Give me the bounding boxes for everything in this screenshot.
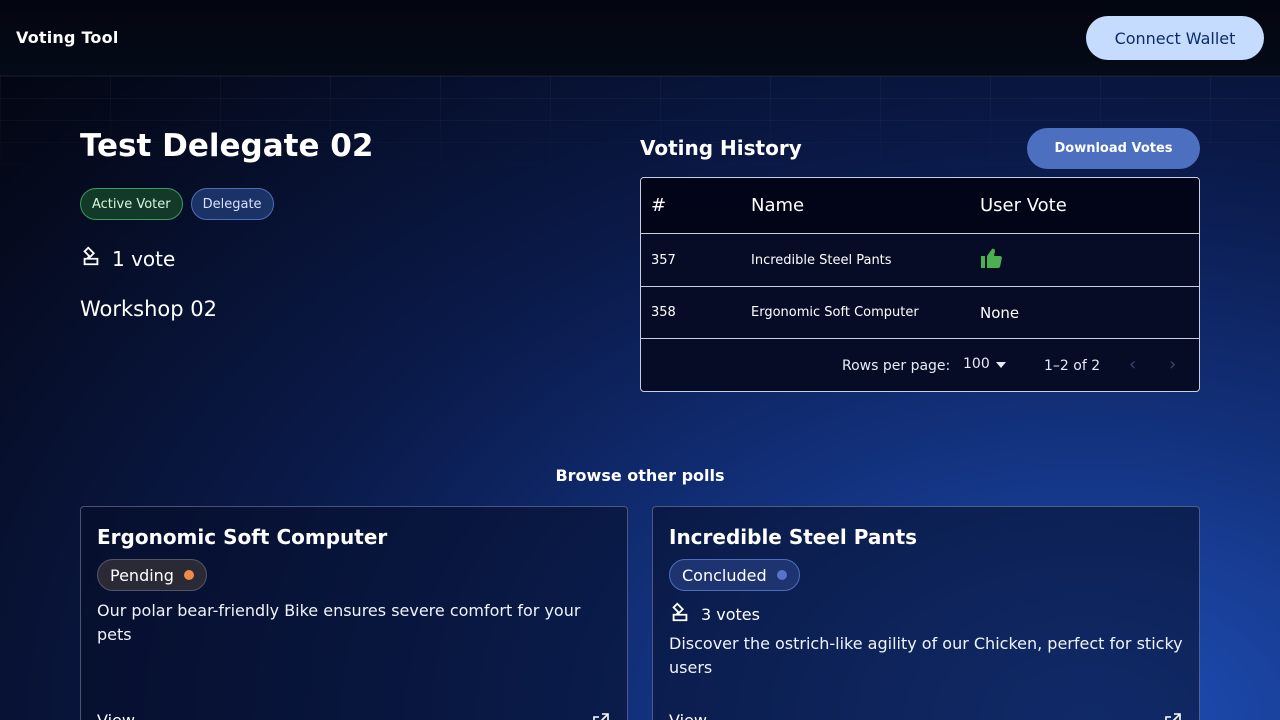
row-name: Incredible Steel Pants — [751, 252, 892, 268]
status-dot-icon — [776, 570, 787, 580]
top-bar: Voting Tool Connect Wallet — [0, 0, 1280, 76]
rows-per-page-value: 100 — [963, 356, 990, 372]
ballot-icon — [669, 601, 691, 627]
column-header-name[interactable]: Name — [751, 195, 804, 216]
poll-card[interactable]: Incredible Steel Pants Concluded 3 votes… — [652, 506, 1200, 720]
delegate-name: Test Delegate 02 — [80, 128, 374, 164]
app-title: Voting Tool — [16, 28, 119, 47]
table-header: # Name User Vote — [641, 178, 1199, 234]
poll-description: Discover the ostrich-like agility of our… — [669, 634, 1183, 677]
poll-title: Ergonomic Soft Computer — [97, 525, 388, 549]
external-link-icon[interactable] — [593, 713, 609, 720]
rows-per-page-select[interactable]: 100 — [963, 356, 1006, 372]
delegate-votes-text: 1 vote — [112, 246, 176, 271]
row-name: Ergonomic Soft Computer — [751, 305, 919, 320]
pagination-range: 1–2 of 2 — [1044, 358, 1101, 374]
browse-polls-title: Browse other polls — [555, 466, 725, 485]
column-header-number[interactable]: # — [651, 195, 666, 216]
poll-description: Our polar bear-friendly Bike ensures sev… — [97, 601, 581, 644]
table-row[interactable]: 357 Incredible Steel Pants — [641, 234, 1199, 287]
poll-status-badge: Concluded — [669, 559, 800, 591]
table-row[interactable]: 358 Ergonomic Soft Computer None — [641, 287, 1199, 339]
poll-card[interactable]: Ergonomic Soft Computer Pending Our pola… — [80, 506, 628, 720]
view-poll-link[interactable]: View — [669, 711, 707, 720]
voting-history-table: # Name User Vote 357 Incredible Steel Pa… — [640, 177, 1200, 392]
external-link-icon[interactable] — [1165, 713, 1181, 720]
chevron-right-icon[interactable]: › — [1169, 354, 1176, 375]
row-id: 358 — [651, 305, 676, 320]
poll-status-text: Concluded — [682, 565, 767, 585]
row-id: 357 — [651, 252, 676, 268]
poll-votes-text: 3 votes — [701, 604, 760, 624]
delegate-votes: 1 vote — [80, 245, 175, 272]
table-pagination: Rows per page: 100 1–2 of 2 ‹ › — [641, 339, 1199, 391]
download-votes-button[interactable]: Download Votes — [1027, 128, 1200, 169]
voting-history-title: Voting History — [640, 136, 802, 160]
poll-status-badge: Pending — [97, 559, 207, 591]
rows-per-page-label: Rows per page: — [842, 358, 951, 374]
ballot-icon — [80, 245, 102, 272]
status-dot-icon — [183, 570, 194, 580]
delegate-tags: Active Voter Delegate — [80, 188, 274, 220]
caret-down-icon — [995, 356, 1006, 372]
poll-status-text: Pending — [110, 565, 174, 585]
workshop-name: Workshop 02 — [80, 297, 218, 321]
chevron-left-icon[interactable]: ‹ — [1129, 354, 1136, 375]
poll-title: Incredible Steel Pants — [669, 525, 918, 549]
poll-votes: 3 votes — [669, 601, 760, 627]
column-header-user-vote[interactable]: User Vote — [980, 195, 1067, 216]
connect-wallet-button[interactable]: Connect Wallet — [1086, 16, 1264, 60]
view-poll-link[interactable]: View — [97, 711, 135, 720]
thumbs-up-icon — [980, 247, 1004, 273]
active-voter-badge: Active Voter — [80, 188, 183, 220]
delegate-badge: Delegate — [190, 188, 274, 220]
row-vote: None — [980, 303, 1020, 322]
